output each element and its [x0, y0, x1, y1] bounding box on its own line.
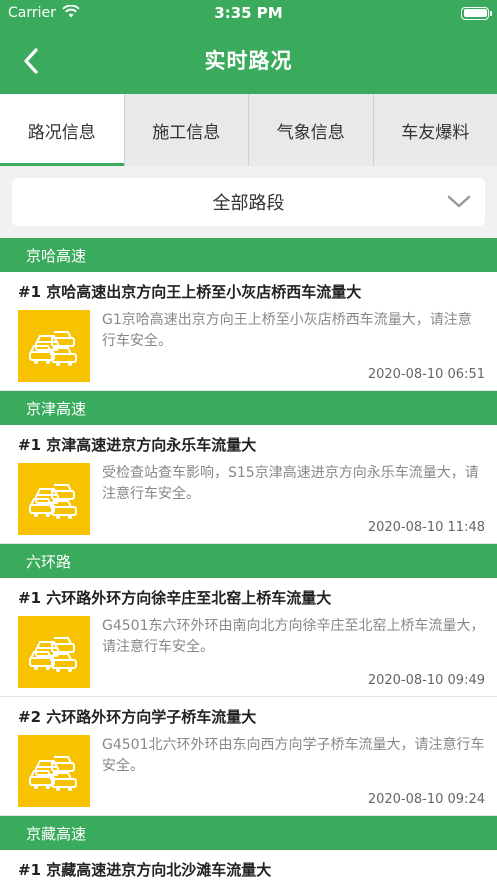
traffic-item[interactable]: #1 京哈高速出京方向王上桥至小灰店桥西车流量大 G1京哈高速出京方向王上桥至小灰… [0, 272, 497, 391]
road-filter-area: 全部路段 [0, 166, 497, 238]
tab-3[interactable]: 气象信息 [249, 94, 374, 166]
item-timestamp: 2020-08-10 09:49 [367, 673, 485, 688]
chevron-down-icon [447, 195, 471, 208]
tab-bar: 路况信息 施工信息 气象信息 车友爆料 [0, 94, 497, 166]
section-header: 京津高速 [0, 391, 497, 425]
back-button[interactable] [14, 44, 48, 78]
item-thumbnail [18, 616, 90, 688]
item-timestamp: 2020-08-10 09:24 [367, 792, 485, 807]
item-title: #1 京津高速进京方向永乐车流量大 [18, 436, 257, 454]
section-header: 京藏高速 [0, 816, 497, 850]
traffic-jam-icon [29, 331, 77, 366]
item-timestamp: 2020-08-10 06:51 [367, 367, 485, 382]
traffic-jam-icon [29, 484, 77, 519]
traffic-item[interactable]: #1 京津高速进京方向永乐车流量大受检查站查车影响，S15京津高速进京方向永乐车… [0, 425, 497, 544]
traffic-item[interactable]: #1 六环路外环方向徐辛庄至北窑上桥车流量大 G4501东六环外环由南向北方向徐辛… [0, 578, 497, 697]
item-title: #2 六环路外环方向学子桥车流量大 [18, 708, 257, 726]
clock: 3:35 PM [214, 4, 283, 22]
status-bar: Carrier 3:35 PM [0, 0, 497, 26]
item-thumbnail [18, 735, 90, 807]
chevron-left-icon [24, 48, 38, 74]
item-description: 受检查站查车影响，S15京津高速进京方向永乐车流量大，请注意行车安全。 [102, 465, 479, 502]
section-header: 京哈高速 [0, 238, 497, 272]
traffic-jam-icon [29, 637, 77, 672]
item-thumbnail [18, 310, 90, 382]
tab-label: 路况信息 [27, 122, 96, 143]
traffic-item[interactable]: #2 六环路外环方向学子桥车流量大 G4501北六环外环由东向西方向学子桥车流量大… [0, 697, 497, 816]
tab-label: 气象信息 [276, 122, 345, 143]
tab-1[interactable]: 路况信息 [0, 94, 125, 166]
item-description: G4501东六环外环由南向北方向徐辛庄至北窑上桥车流量大，请注意行车安全。 [102, 618, 485, 655]
traffic-list: 京哈高速 #1 京哈高速出京方向王上桥至小灰店桥西车流量大 G1京哈高速出京方向王上… [0, 238, 497, 883]
traffic-jam-icon [29, 756, 77, 791]
item-timestamp: 2020-08-10 11:48 [367, 520, 485, 535]
tab-2[interactable]: 施工信息 [125, 94, 249, 166]
road-segment-dropdown[interactable]: 全部路段 [12, 178, 485, 226]
tab-label: 施工信息 [152, 122, 221, 143]
item-title: #1 京藏高速进京方向北沙滩车流量大 [18, 861, 272, 879]
item-title: #1 六环路外环方向徐辛庄至北窑上桥车流量大 [18, 589, 332, 607]
section-header: 六环路 [0, 544, 497, 578]
traffic-item[interactable]: #1 京藏高速进京方向北沙滩车流量大 [0, 850, 497, 883]
item-description: G1京哈高速出京方向王上桥至小灰店桥西车流量大，请注意行车安全。 [102, 312, 472, 349]
page-title: 实时路况 [204, 49, 293, 73]
header: Carrier 3:35 PM 实时路况 [0, 0, 497, 94]
tab-4[interactable]: 车友爆料 [374, 94, 497, 166]
item-description: G4501北六环外环由东向西方向学子桥车流量大，请注意行车安全。 [102, 737, 485, 774]
item-thumbnail [18, 463, 90, 535]
tab-label: 车友爆料 [401, 122, 470, 143]
battery-icon [461, 6, 492, 20]
item-title: #1 京哈高速出京方向王上桥至小灰店桥西车流量大 [18, 283, 362, 301]
navbar: 实时路况 [0, 26, 497, 94]
road-segment-label: 全部路段 [212, 193, 285, 214]
